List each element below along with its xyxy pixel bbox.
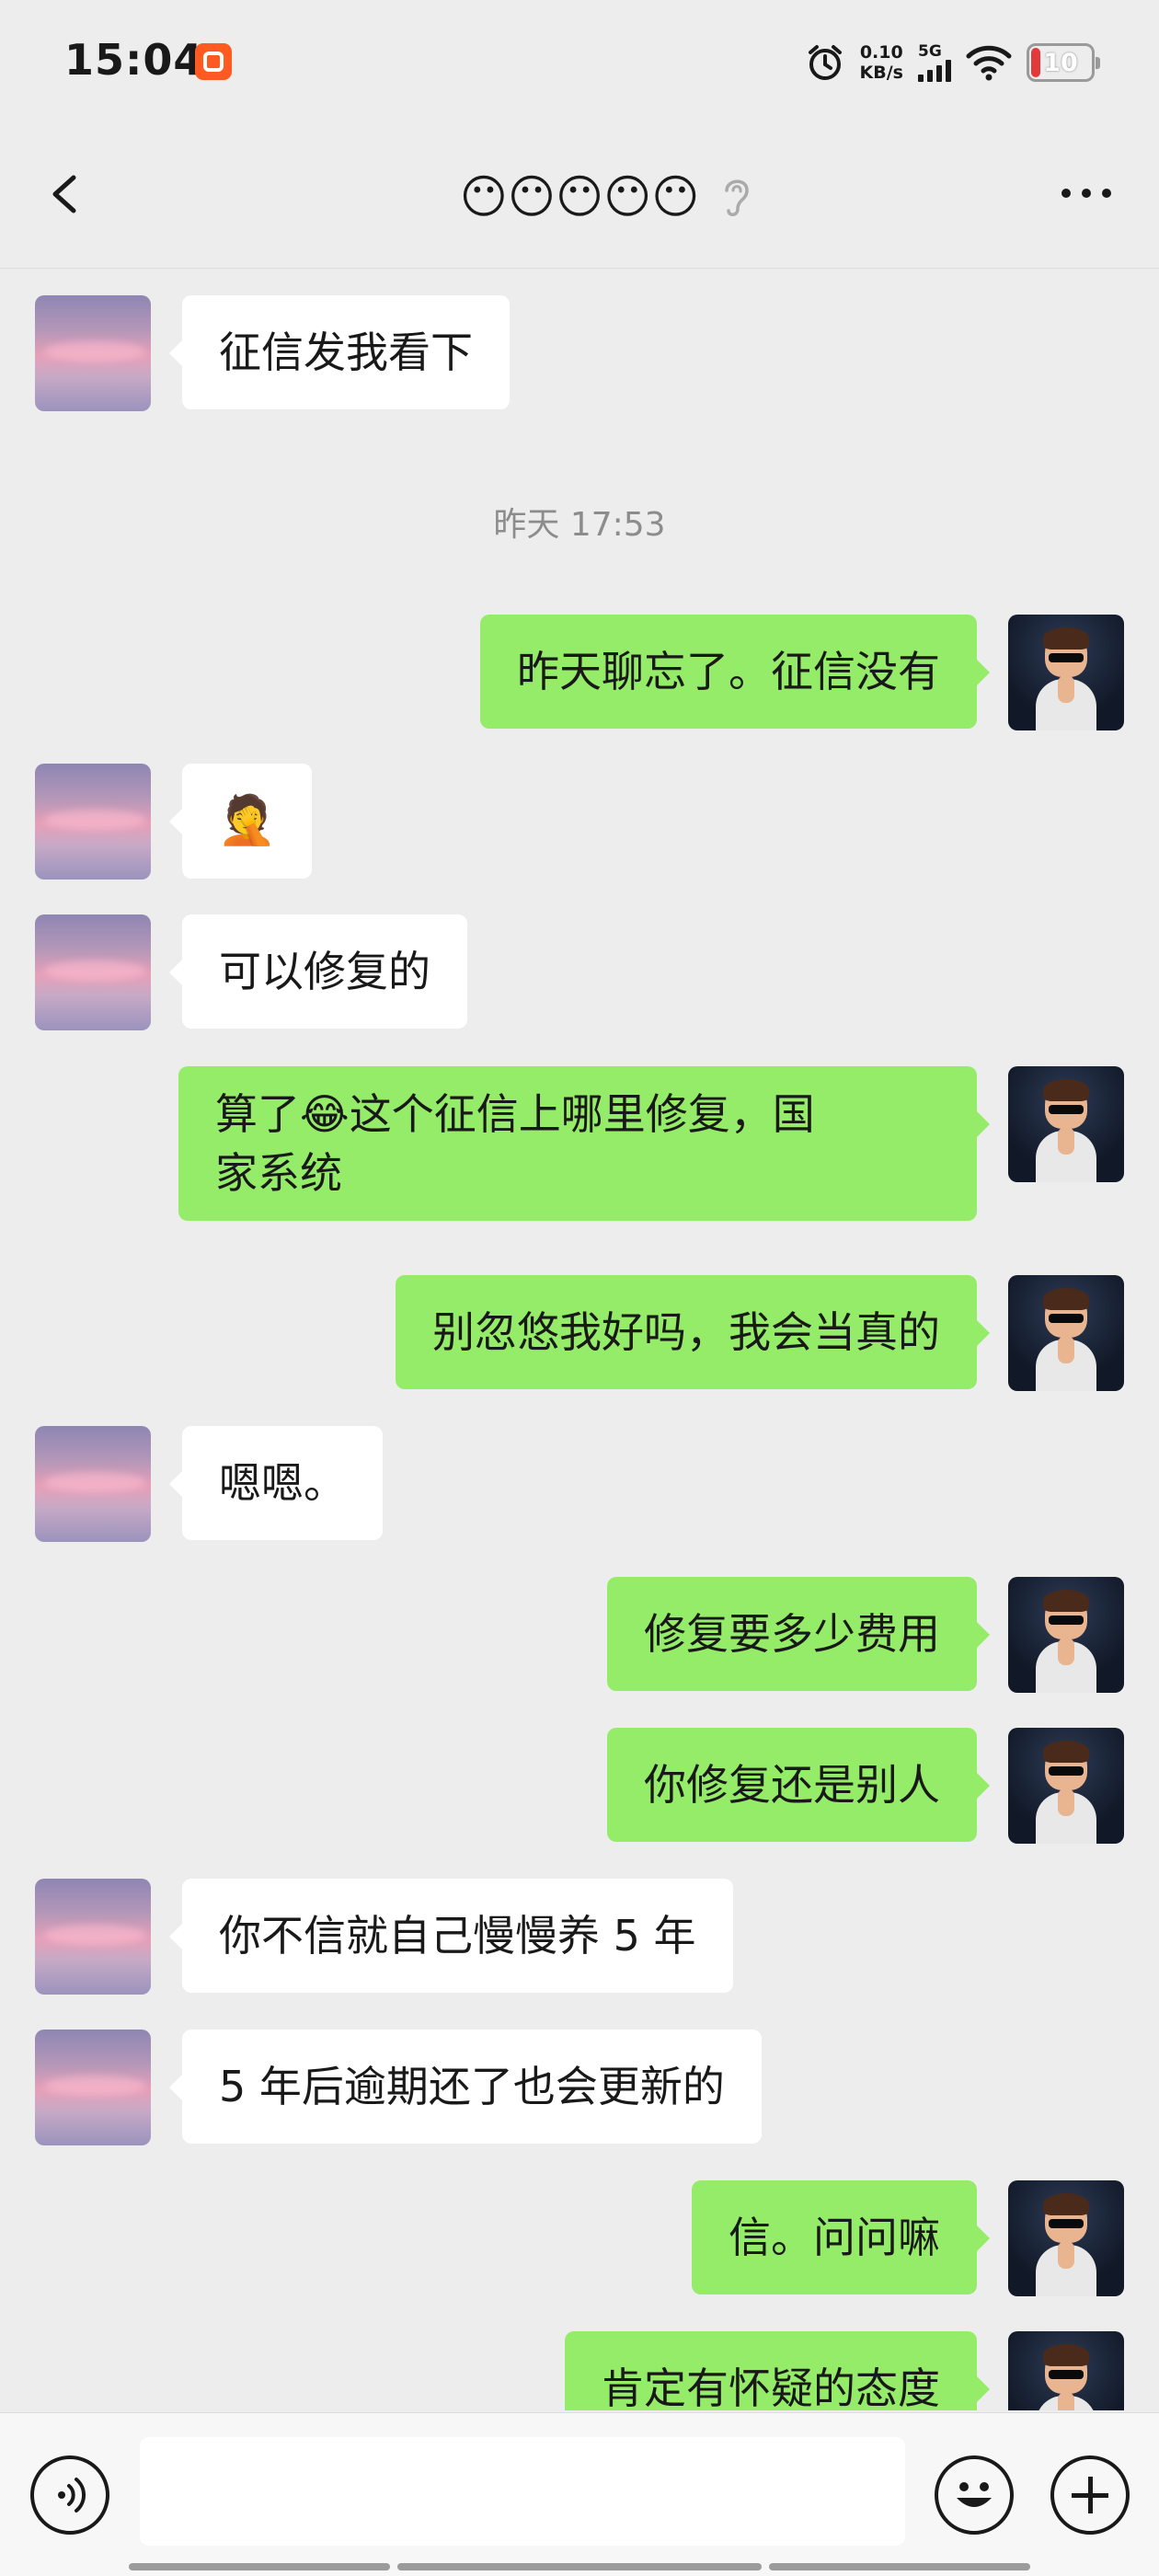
message-list[interactable]: 征信发我看下 昨天 17:53 昨天聊忘了。征信没有 🤦 可以修复的 算了😂这个… [0, 270, 1159, 2410]
message-bubble[interactable]: 5 年后逾期还了也会更新的 [169, 2030, 762, 2144]
network-type: 5G [918, 42, 942, 61]
my-avatar[interactable] [1008, 1728, 1124, 1844]
chat-header: 😶😶😶😶😶 [0, 124, 1159, 269]
message-bubble[interactable]: 修复要多少费用 [607, 1577, 990, 1691]
my-avatar[interactable] [1008, 2331, 1124, 2410]
message-bubble[interactable]: 昨天聊忘了。征信没有 [480, 615, 990, 729]
my-avatar[interactable] [1008, 2180, 1124, 2296]
network-speed: 0.10 KB/s [860, 42, 903, 83]
message-bubble[interactable]: 算了😂这个征信上哪里修复，国 家系统 [178, 1066, 990, 1221]
message-bubble[interactable]: 别忽悠我好吗，我会当真的 [396, 1275, 990, 1389]
message-timestamp: 昨天 17:53 [493, 506, 666, 544]
peer-avatar[interactable] [35, 1426, 151, 1542]
more-icon[interactable] [1061, 189, 1111, 198]
peer-avatar[interactable] [35, 2030, 151, 2145]
message-input[interactable] [140, 2437, 905, 2546]
alarm-icon [808, 45, 842, 80]
message-bubble[interactable]: 征信发我看下 [169, 295, 510, 409]
facepalm-emoji: 🤦 [217, 793, 277, 848]
app-notification-icon [195, 43, 232, 80]
peer-avatar[interactable] [35, 295, 151, 411]
battery-icon: 10 [1027, 43, 1100, 82]
my-avatar[interactable] [1008, 1275, 1124, 1391]
nav-indicator [129, 2563, 390, 2570]
nav-indicator [769, 2563, 1030, 2570]
peer-avatar[interactable] [35, 1879, 151, 1995]
my-avatar[interactable] [1008, 615, 1124, 730]
ear-icon [725, 179, 749, 216]
title-emoji: 😶 [651, 170, 700, 224]
title-emoji: 😶 [507, 170, 556, 224]
chat-title[interactable]: 😶😶😶😶😶 [0, 170, 1159, 224]
message-bubble[interactable]: 可以修复的 [169, 914, 467, 1029]
message-bubble[interactable]: 你不信就自己慢慢养 5 年 [169, 1879, 733, 1993]
message-line: 算了😂这个征信上哪里修复，国 [215, 1089, 815, 1139]
message-bubble[interactable]: 你修复还是别人 [607, 1728, 990, 1842]
message-bubble[interactable]: 肯定有怀疑的态度 [565, 2331, 990, 2410]
title-emoji: 😶 [459, 170, 508, 224]
my-avatar[interactable] [1008, 1066, 1124, 1182]
peer-avatar[interactable] [35, 764, 151, 880]
signal-icon: 5G [918, 43, 951, 82]
wifi-icon [966, 45, 1012, 81]
emoji-icon[interactable] [935, 2455, 1014, 2535]
input-bar [0, 2412, 1159, 2576]
voice-icon[interactable] [30, 2455, 109, 2535]
my-avatar[interactable] [1008, 1577, 1124, 1693]
message-bubble[interactable]: 信。问问嘛 [692, 2180, 990, 2294]
network-speed-value: 0.10 [859, 42, 903, 63]
title-emoji: 😶 [603, 170, 652, 224]
message-bubble[interactable]: 嗯嗯。 [169, 1426, 383, 1540]
title-emoji: 😶 [555, 170, 604, 224]
status-time: 15:04 [64, 35, 204, 85]
peer-avatar[interactable] [35, 914, 151, 1030]
message-line: 家系统 [215, 1148, 342, 1198]
battery-level: 10 [1043, 48, 1078, 77]
network-speed-unit: KB/s [859, 63, 903, 83]
nav-indicator [397, 2563, 762, 2570]
plus-icon[interactable] [1050, 2455, 1130, 2535]
message-bubble[interactable]: 🤦 [169, 764, 312, 879]
status-icons: 0.10 KB/s 5G 10 [805, 37, 1100, 88]
status-bar: 15:04 0.10 KB/s 5G 10 [0, 0, 1159, 124]
